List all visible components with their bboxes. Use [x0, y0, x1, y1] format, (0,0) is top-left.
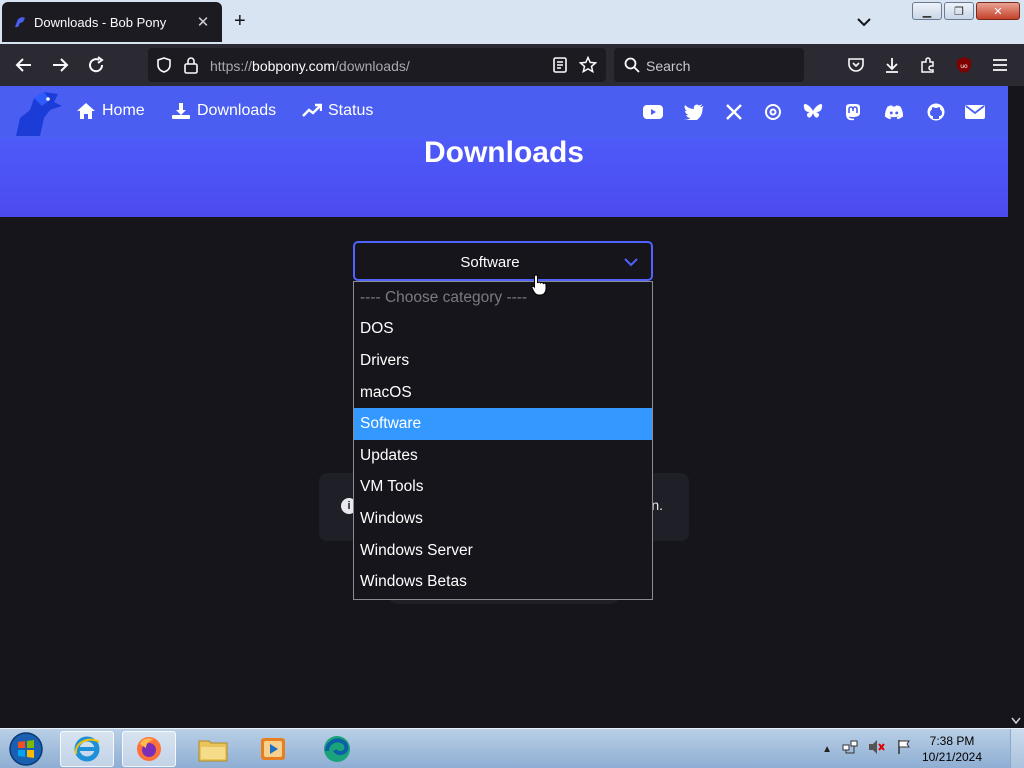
page-scrollbar[interactable] — [1008, 86, 1024, 728]
ublock-origin-icon[interactable]: uo — [954, 55, 974, 75]
nav-downloads-link[interactable]: Downloads — [171, 102, 276, 120]
window-controls: ▁ ❐ ✕ — [912, 2, 1020, 20]
search-bar[interactable]: Search — [614, 48, 804, 82]
url-path: /downloads/ — [335, 58, 410, 74]
info-text-tail: n. — [651, 497, 663, 513]
lock-icon[interactable] — [181, 55, 201, 75]
page-title: Downloads — [423, 136, 584, 169]
page-content: Home Downloads Status Downloads i n. Sof… — [0, 86, 1008, 728]
list-all-tabs-chevron-icon[interactable] — [856, 12, 872, 32]
threads-icon[interactable] — [763, 102, 783, 122]
dropdown-option-vm-tools[interactable]: VM Tools — [354, 472, 652, 504]
trending-icon — [302, 102, 322, 120]
taskbar-clock[interactable]: 7:38 PM 10/21/2024 — [920, 733, 984, 765]
clock-date: 10/21/2024 — [921, 750, 983, 764]
email-icon[interactable] — [965, 102, 985, 122]
dropdown-option-drivers[interactable]: Drivers — [354, 345, 652, 377]
new-tab-button[interactable]: + — [234, 10, 246, 32]
dropdown-option-windows[interactable]: Windows — [354, 503, 652, 535]
dropdown-option-software[interactable]: Software — [354, 408, 652, 440]
bobpony-favicon-icon — [12, 14, 28, 30]
minimize-icon[interactable]: ▁ — [912, 2, 942, 20]
pocket-icon[interactable] — [846, 55, 866, 75]
file-explorer-icon[interactable] — [186, 731, 240, 767]
dropdown-option-updates[interactable]: Updates — [354, 440, 652, 472]
dropdown-option-windows-betas[interactable]: Windows Betas — [354, 566, 652, 598]
nav-home-link[interactable]: Home — [76, 102, 145, 120]
dropdown-option-dos[interactable]: DOS — [354, 314, 652, 346]
browser-tab-active[interactable]: Downloads - Bob Pony ✕ — [2, 2, 222, 42]
browser-tab-bar: Downloads - Bob Pony ✕ + ▁ ❐ ✕ — [0, 0, 1024, 44]
start-button-icon[interactable] — [6, 731, 46, 767]
home-icon — [76, 102, 96, 120]
clock-time: 7:38 PM — [929, 734, 975, 748]
volume-muted-icon[interactable] — [868, 739, 886, 760]
close-window-icon[interactable]: ✕ — [976, 2, 1020, 20]
system-tray: ▲ — [822, 733, 912, 765]
svg-text:uo: uo — [960, 63, 968, 70]
dropdown-option-placeholder: ---- Choose category ---- — [360, 288, 528, 306]
mastodon-icon[interactable] — [843, 102, 863, 122]
windows-taskbar: ▲ 7:38 PM 10/21/2024 — [0, 728, 1024, 768]
network-icon[interactable] — [842, 739, 858, 760]
search-placeholder: Search — [646, 58, 691, 74]
chevron-down-icon — [623, 255, 639, 273]
address-bar[interactable]: https://bobpony.com/downloads/ — [148, 48, 606, 82]
extensions-puzzle-icon[interactable] — [918, 55, 938, 75]
dropdown-option-windows-server[interactable]: Windows Server — [354, 535, 652, 567]
github-icon[interactable] — [926, 102, 946, 122]
internet-explorer-icon[interactable] — [60, 731, 114, 767]
restore-icon[interactable]: ❐ — [944, 2, 974, 20]
nav-status-link[interactable]: Status — [302, 102, 373, 120]
media-player-icon[interactable] — [246, 731, 300, 767]
category-select-value: Software — [460, 254, 520, 271]
hamburger-menu-icon[interactable] — [990, 55, 1010, 75]
discord-icon[interactable] — [884, 102, 904, 122]
bluesky-icon[interactable] — [803, 102, 823, 122]
x-icon[interactable] — [724, 102, 744, 122]
reload-icon[interactable] — [86, 55, 106, 75]
tab-title: Downloads - Bob Pony — [34, 14, 167, 30]
edge-icon[interactable] — [310, 731, 364, 767]
tab-close-icon[interactable]: ✕ — [194, 13, 212, 31]
bobpony-logo-icon[interactable] — [10, 88, 64, 138]
back-arrow-icon[interactable] — [14, 55, 34, 75]
nav-home-label: Home — [102, 102, 145, 119]
downloads-icon[interactable] — [882, 55, 902, 75]
category-select[interactable]: Software — [353, 241, 653, 281]
show-hidden-icons-arrow-icon[interactable]: ▲ — [822, 744, 832, 755]
firefox-icon[interactable] — [122, 731, 176, 767]
download-icon — [171, 102, 191, 120]
nav-downloads-label: Downloads — [197, 102, 277, 119]
show-desktop-button[interactable] — [1010, 729, 1024, 768]
youtube-icon[interactable] — [643, 102, 663, 122]
reader-view-icon[interactable] — [550, 55, 570, 75]
url-prefix: https:// — [210, 58, 253, 74]
dropdown-option-macos[interactable]: macOS — [354, 377, 652, 409]
browser-toolbar: https://bobpony.com/downloads/ Search uo — [0, 44, 1024, 86]
url-text: https://bobpony.com/downloads/ — [210, 58, 410, 74]
search-icon — [622, 55, 642, 75]
action-center-flag-icon[interactable] — [896, 739, 912, 760]
url-domain: bobpony.com — [252, 58, 336, 74]
twitter-icon[interactable] — [684, 102, 704, 122]
bookmark-star-icon[interactable] — [578, 55, 598, 75]
site-navbar: Home Downloads Status — [0, 86, 1008, 138]
forward-arrow-icon[interactable] — [50, 55, 70, 75]
hand-cursor-icon — [531, 274, 547, 296]
nav-status-label: Status — [328, 102, 374, 119]
category-dropdown-list: ---- Choose category ---- DOS Drivers ma… — [353, 281, 653, 600]
tracking-shield-icon[interactable] — [154, 55, 174, 75]
